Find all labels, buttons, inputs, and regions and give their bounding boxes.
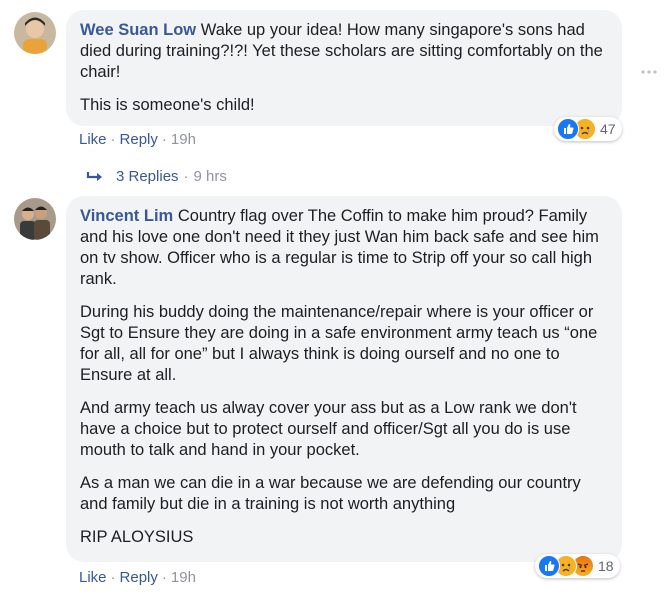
reactions-summary[interactable]: 47 bbox=[554, 117, 622, 141]
reply-link[interactable]: Reply bbox=[120, 569, 158, 586]
separator: · bbox=[161, 131, 167, 148]
reply-arrow-icon bbox=[86, 170, 104, 184]
like-icon bbox=[557, 118, 579, 140]
comment-paragraph: This is someone's child! bbox=[80, 96, 255, 114]
comment-actions: Like · Reply · 19h bbox=[79, 569, 196, 586]
avatar[interactable] bbox=[14, 12, 56, 54]
comment-text: Vincent Lim Country flag over The Coffin… bbox=[80, 206, 608, 290]
comment-actions: Like · Reply · 19h bbox=[79, 131, 196, 148]
separator: · bbox=[183, 168, 189, 185]
comment-paragraph: RIP ALOYSIUS bbox=[80, 528, 194, 546]
timestamp[interactable]: 19h bbox=[171, 131, 196, 148]
like-icon bbox=[538, 555, 560, 577]
more-options-icon[interactable] bbox=[640, 62, 658, 80]
separator: · bbox=[161, 569, 167, 586]
comment-bubble: Wee Suan Low Wake up your idea! How many… bbox=[66, 10, 622, 126]
reaction-count: 47 bbox=[600, 121, 616, 137]
reaction-count: 18 bbox=[598, 558, 614, 574]
replies-count[interactable]: 3 Replies bbox=[116, 168, 179, 185]
view-replies-link[interactable]: 3 Replies · 9 hrs bbox=[86, 168, 227, 185]
separator: · bbox=[110, 131, 116, 148]
comment-paragraph: During his buddy doing the maintenance/r… bbox=[80, 303, 598, 384]
like-link[interactable]: Like bbox=[79, 131, 107, 148]
replies-time: 9 hrs bbox=[193, 168, 227, 185]
like-link[interactable]: Like bbox=[79, 569, 107, 586]
timestamp[interactable]: 19h bbox=[171, 569, 196, 586]
author-name[interactable]: Vincent Lim bbox=[80, 207, 173, 225]
comment-text: Wee Suan Low Wake up your idea! How many… bbox=[80, 20, 608, 83]
comment-paragraph: As a man we can die in a war because we … bbox=[80, 474, 581, 513]
avatar[interactable] bbox=[14, 198, 56, 240]
separator: · bbox=[110, 569, 116, 586]
reply-link[interactable]: Reply bbox=[120, 131, 158, 148]
reactions-summary[interactable]: 18 bbox=[535, 554, 620, 578]
comment-paragraph: And army teach us alway cover your ass b… bbox=[80, 399, 577, 459]
comment-bubble: Vincent Lim Country flag over The Coffin… bbox=[66, 196, 622, 562]
author-name[interactable]: Wee Suan Low bbox=[80, 21, 196, 39]
